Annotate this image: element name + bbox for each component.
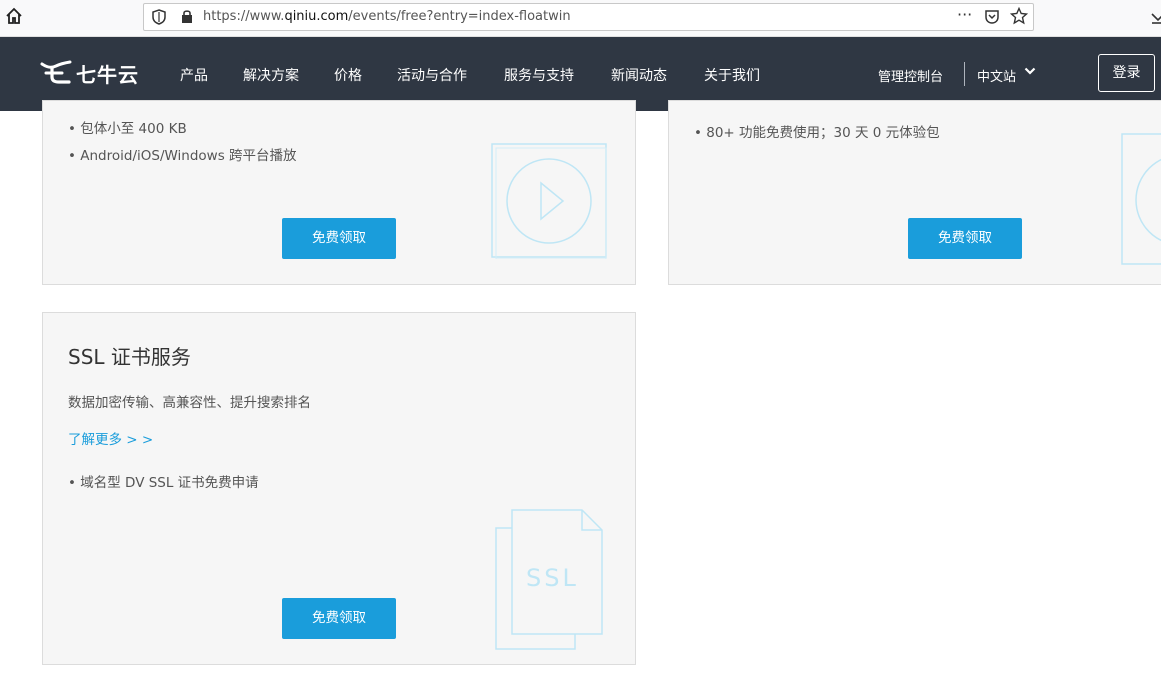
console-link[interactable]: 管理控制台: [878, 66, 943, 85]
offer-card-player-sdk: • 包体小至 400 KB • Android/iOS/Windows 跨平台播…: [42, 100, 636, 285]
page-actions-icon[interactable]: ···: [957, 5, 972, 24]
ssl-icon-label: SSL: [526, 564, 579, 592]
browser-toolbar: https://www.qiniu.com/events/free?entry=…: [0, 0, 1161, 37]
claim-free-button[interactable]: 免费领取: [282, 218, 396, 259]
url-text: https://www.qiniu.com/events/free?entry=…: [203, 9, 571, 24]
shield-icon[interactable]: [152, 9, 166, 25]
nav-item-solutions[interactable]: 解决方案: [243, 65, 299, 85]
claim-free-button[interactable]: 免费领取: [282, 598, 396, 639]
card-title: SSL 证书服务: [68, 345, 191, 369]
card-bullet: • Android/iOS/Windows 跨平台播放: [68, 148, 297, 164]
site-language-select[interactable]: 中文站: [977, 66, 1016, 85]
learn-more-link[interactable]: 了解更多 > >: [68, 428, 153, 448]
home-icon[interactable]: [4, 6, 24, 26]
url-path: /events/free?entry=index-floatwin: [348, 9, 571, 24]
download-icon[interactable]: [1150, 10, 1161, 26]
offer-card-ssl: SSL 证书服务 数据加密传输、高兼容性、提升搜索排名 了解更多 > > • 域…: [42, 312, 636, 665]
login-button[interactable]: 登录: [1098, 54, 1155, 92]
url-prefix: https://www.: [203, 9, 285, 24]
qiniu-logo-icon[interactable]: [40, 59, 72, 85]
card-bullet: • 80+ 功能免费使用；30 天 0 元体验包: [694, 125, 940, 141]
bookmark-star-icon[interactable]: [1010, 7, 1028, 25]
nav-item-activities[interactable]: 活动与合作: [397, 65, 467, 85]
offer-card-trial-pack: • 80+ 功能免费使用；30 天 0 元体验包 免费领取: [668, 100, 1161, 285]
claim-free-button[interactable]: 免费领取: [908, 218, 1022, 259]
card-bullet: • 包体小至 400 KB: [68, 121, 187, 137]
card-bullet: • 域名型 DV SSL 证书免费申请: [68, 475, 259, 491]
nav-item-products[interactable]: 产品: [180, 65, 208, 85]
nav-item-pricing[interactable]: 价格: [334, 65, 362, 85]
play-icon: [491, 143, 607, 259]
nav-item-support[interactable]: 服务与支持: [504, 65, 574, 85]
circle-icon: [1121, 133, 1161, 265]
nav-divider: [964, 62, 965, 86]
logo-text[interactable]: 七牛云: [76, 59, 139, 88]
lock-icon[interactable]: [181, 9, 193, 24]
address-bar[interactable]: https://www.qiniu.com/events/free?entry=…: [143, 3, 1034, 31]
nav-item-news[interactable]: 新闻动态: [611, 65, 667, 85]
ssl-document-icon: SSL: [495, 509, 603, 650]
chevron-down-icon[interactable]: [1024, 65, 1036, 77]
pocket-icon[interactable]: [984, 9, 1000, 25]
nav-item-about[interactable]: 关于我们: [704, 65, 760, 85]
url-domain: qiniu.com: [284, 9, 349, 24]
card-description: 数据加密传输、高兼容性、提升搜索排名: [68, 395, 311, 411]
